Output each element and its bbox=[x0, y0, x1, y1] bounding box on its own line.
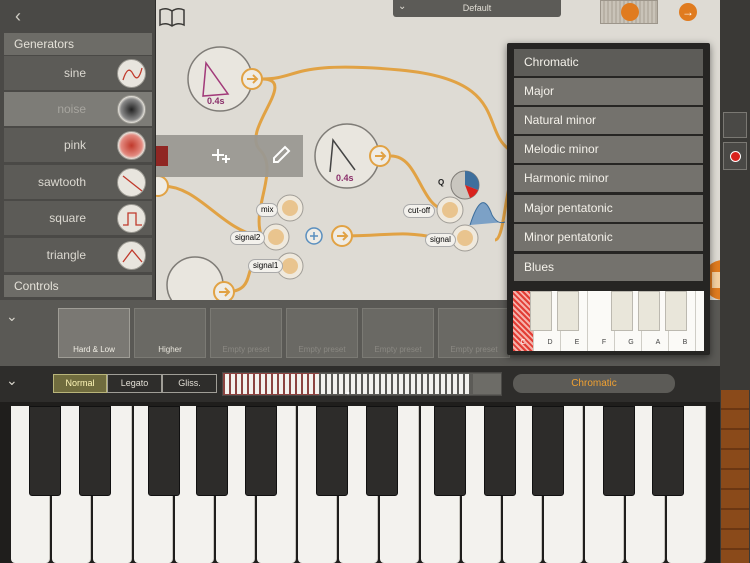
mixer-signal1-port[interactable]: signal1 bbox=[248, 259, 284, 273]
preset-slot[interactable]: Empty preset bbox=[362, 308, 434, 358]
generator-noise[interactable]: noise bbox=[4, 92, 152, 127]
generator-pink[interactable]: pink bbox=[4, 128, 152, 163]
black-key[interactable] bbox=[652, 406, 684, 496]
black-key[interactable] bbox=[245, 406, 277, 496]
sine-wave-icon bbox=[117, 59, 146, 88]
black-key[interactable] bbox=[316, 406, 348, 496]
mode-legato[interactable]: Legato bbox=[107, 374, 162, 393]
generator-label: pink bbox=[63, 138, 86, 152]
scale-option[interactable]: Major bbox=[514, 78, 703, 105]
note-key-sharp[interactable] bbox=[665, 291, 687, 331]
black-key[interactable] bbox=[366, 406, 398, 496]
envelope-1-time: 0.4s bbox=[207, 96, 225, 106]
chevron-down-icon[interactable]: ⌄ bbox=[6, 308, 28, 328]
scale-option[interactable]: Blues bbox=[514, 254, 703, 281]
black-key[interactable] bbox=[148, 406, 180, 496]
black-key[interactable] bbox=[603, 406, 635, 496]
export-icon bbox=[621, 3, 639, 21]
preset-slot[interactable]: Empty preset bbox=[438, 308, 510, 358]
preset-slot[interactable]: Empty preset bbox=[286, 308, 358, 358]
controls-header: Controls bbox=[4, 275, 152, 297]
mode-gliss[interactable]: Gliss. bbox=[162, 374, 217, 393]
triangle-wave-icon bbox=[117, 241, 146, 270]
scale-selector[interactable]: Chromatic bbox=[513, 374, 675, 393]
generator-triangle[interactable]: triangle bbox=[4, 238, 152, 273]
arrow-right-icon[interactable]: → bbox=[679, 3, 697, 21]
filter-signal-port[interactable]: signal bbox=[425, 233, 456, 247]
generators-header: Generators bbox=[4, 33, 152, 55]
add-node-icon[interactable] bbox=[208, 143, 232, 167]
envelope-2-time: 0.4s bbox=[336, 173, 354, 183]
book-icon[interactable] bbox=[158, 6, 186, 28]
black-key[interactable] bbox=[484, 406, 516, 496]
scale-option[interactable]: Chromatic bbox=[514, 49, 703, 76]
generator-label: square bbox=[49, 211, 86, 225]
preset-slot[interactable]: Empty preset bbox=[210, 308, 282, 358]
pink-noise-icon bbox=[117, 131, 146, 160]
scale-option[interactable]: Major pentatonic bbox=[514, 195, 703, 222]
generator-label: noise bbox=[57, 102, 86, 116]
mode-normal[interactable]: Normal bbox=[53, 374, 107, 393]
generator-square[interactable]: square bbox=[4, 201, 152, 236]
scale-option[interactable]: Natural minor bbox=[514, 107, 703, 134]
preset-selector[interactable]: ⌄ Default bbox=[393, 0, 561, 17]
generator-label: sawtooth bbox=[37, 175, 86, 189]
generator-label: sine bbox=[63, 66, 86, 80]
black-key[interactable] bbox=[29, 406, 61, 496]
delete-button[interactable] bbox=[156, 146, 168, 166]
menu-icon[interactable] bbox=[723, 112, 747, 138]
record-icon bbox=[730, 151, 741, 162]
note-key-sharp[interactable] bbox=[530, 291, 552, 331]
record-button[interactable] bbox=[723, 142, 747, 170]
preset-slot[interactable]: Hard & Low bbox=[58, 308, 130, 358]
filter-cutoff-port[interactable]: cut-off bbox=[403, 204, 436, 218]
mixer-mix-port[interactable]: mix bbox=[256, 203, 279, 217]
scale-popover: Chromatic Major Natural minor Melodic mi… bbox=[507, 43, 710, 355]
filter-q-port[interactable]: Q bbox=[438, 178, 444, 187]
chevron-down-icon[interactable]: ⌄ bbox=[6, 372, 28, 394]
right-edge-panel bbox=[720, 0, 750, 563]
preset-slot[interactable]: Higher bbox=[134, 308, 206, 358]
black-key[interactable] bbox=[79, 406, 111, 496]
node-toolbar bbox=[156, 135, 303, 177]
scale-option[interactable]: Minor pentatonic bbox=[514, 224, 703, 251]
scroll-handle[interactable] bbox=[721, 390, 749, 563]
piano-keyboard[interactable] bbox=[0, 402, 720, 563]
generator-sine[interactable]: sine bbox=[4, 56, 152, 91]
mixer-signal2-port[interactable]: signal2 bbox=[230, 231, 266, 245]
chevron-left-icon[interactable]: ‹ bbox=[6, 4, 30, 28]
sawtooth-wave-icon bbox=[117, 168, 146, 197]
generator-label: triangle bbox=[46, 248, 86, 262]
scale-option[interactable]: Melodic minor bbox=[514, 136, 703, 163]
note-key-sharp[interactable] bbox=[557, 291, 579, 331]
export-button[interactable] bbox=[600, 0, 658, 24]
edit-icon[interactable] bbox=[269, 143, 293, 167]
note-key-sharp[interactable] bbox=[638, 291, 660, 331]
black-key[interactable] bbox=[532, 406, 564, 496]
noise-icon bbox=[117, 95, 146, 124]
sidebar: ‹ Generators sine noise pink sawtooth sq… bbox=[0, 0, 156, 300]
square-wave-icon bbox=[117, 204, 146, 233]
note-key-sharp[interactable] bbox=[611, 291, 633, 331]
keyboard-range-overview[interactable] bbox=[222, 372, 502, 396]
black-key[interactable] bbox=[434, 406, 466, 496]
scale-note-picker[interactable]: C D E F G A B bbox=[513, 291, 704, 351]
scale-option[interactable]: Harmonic minor bbox=[514, 165, 703, 192]
black-key[interactable] bbox=[196, 406, 228, 496]
preset-name: Default bbox=[462, 3, 492, 13]
generator-sawtooth[interactable]: sawtooth bbox=[4, 165, 152, 200]
